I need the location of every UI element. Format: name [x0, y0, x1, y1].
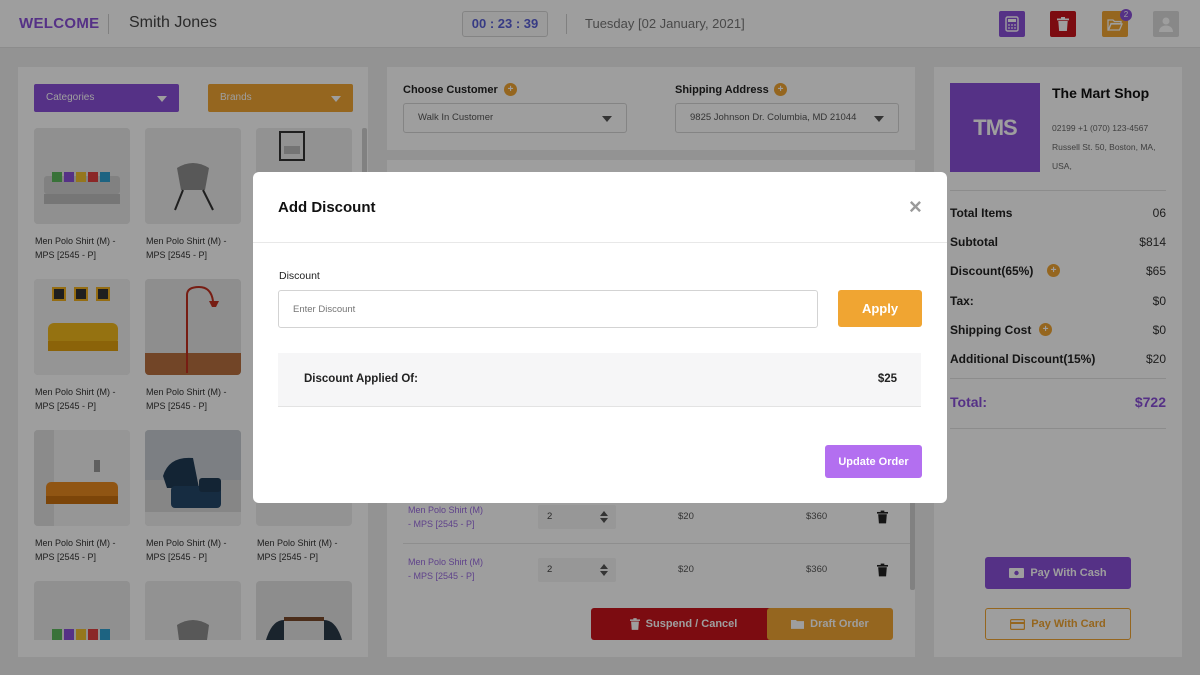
add-discount-modal: Add Discount × Discount Apply Discount A…: [253, 172, 947, 503]
discount-input[interactable]: [278, 290, 818, 328]
discount-applied-value: $25: [877, 373, 897, 385]
modal-title: Add Discount: [278, 199, 376, 216]
discount-applied-label: Discount Applied Of:: [304, 373, 418, 385]
update-order-label: Update Order: [838, 455, 909, 468]
update-order-button[interactable]: Update Order: [825, 445, 922, 478]
discount-field-label: Discount: [279, 270, 320, 282]
apply-button[interactable]: Apply: [838, 290, 922, 327]
discount-applied-box: Discount Applied Of: $25: [278, 353, 921, 407]
apply-label: Apply: [861, 301, 899, 316]
modal-header-divider: [253, 242, 947, 243]
close-icon[interactable]: ×: [909, 195, 922, 219]
